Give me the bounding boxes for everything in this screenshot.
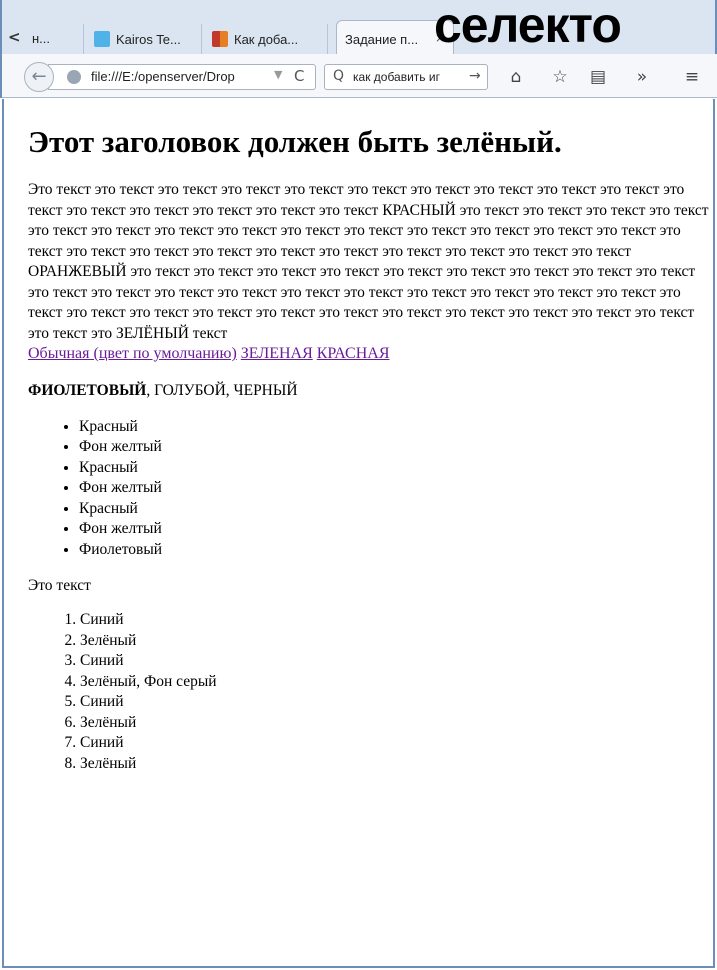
bookmark-star-icon[interactable]: ☆	[548, 66, 572, 90]
search-value: как добавить иг	[353, 70, 440, 84]
numbered-list: Синий Зелёный Синий Зелёный, Фон серый С…	[28, 610, 713, 774]
list-item: Фон желтый	[79, 519, 713, 540]
reading-list-icon[interactable]: ▤	[586, 66, 610, 90]
list-item: Фон желтый	[79, 437, 713, 458]
bullet-list: Красный Фон желтый Красный Фон желтый Кр…	[28, 417, 713, 561]
list-item: Зелёный	[80, 754, 713, 775]
url-bar[interactable]: file:///E:/openserver/Drop ▼ C	[48, 64, 316, 90]
history-dropdown-icon[interactable]: ▼	[274, 68, 282, 81]
menu-icon[interactable]: ≡	[680, 66, 704, 90]
tab-kairos-label: Kairos Te...	[116, 32, 181, 47]
kairos-icon	[94, 31, 110, 47]
tab-1-label: н...	[32, 31, 51, 46]
page-content: Этот заголовок должен быть зелёный. Это …	[2, 99, 715, 968]
page-heading: Этот заголовок должен быть зелёный.	[28, 124, 562, 159]
overlay-caption: селекто	[434, 0, 622, 53]
link-default[interactable]: Обычная (цвет по умолчанию)	[28, 345, 237, 362]
reload-icon[interactable]: C	[294, 67, 304, 85]
blocks-icon	[212, 31, 228, 47]
colors-line: ФИОЛЕТОВЫЙ, ГОЛУБОЙ, ЧЕРНЫЙ	[28, 381, 713, 401]
link-green[interactable]: ЗЕЛЕНАЯ	[241, 345, 313, 362]
overflow-icon[interactable]: »	[630, 66, 654, 90]
list-item: Фон желтый	[79, 478, 713, 499]
search-go-icon[interactable]: →	[469, 68, 481, 84]
links-row: Обычная (цвет по умолчанию) ЗЕЛЕНАЯ КРАС…	[28, 345, 389, 362]
tab-kak-dobavit-label: Как доба...	[234, 32, 299, 47]
url-text: file:///E:/openserver/Drop	[91, 69, 235, 84]
search-input[interactable]: Q как добавить иг →	[324, 64, 488, 90]
back-button[interactable]: ←	[24, 62, 54, 92]
purple-bold: ФИОЛЕТОВЫЙ	[28, 381, 147, 399]
list-item: Зелёный	[80, 713, 713, 734]
back-arrow-icon: ←	[31, 66, 47, 87]
search-icon: Q	[333, 68, 345, 84]
text-paragraph: Это текст это текст это текст это текст …	[28, 180, 712, 365]
list-item: Фиолетовый	[79, 540, 713, 561]
link-red[interactable]: КРАСНАЯ	[317, 345, 390, 362]
nav-bar: file:///E:/openserver/Drop ▼ C ← Q как д…	[2, 54, 717, 98]
tab-1[interactable]: н...	[24, 24, 84, 54]
tab-kak-dobavit[interactable]: Как доба...	[204, 24, 328, 54]
list-item: Синий	[80, 692, 713, 713]
tab-zadanie-label: Задание п...	[345, 32, 419, 47]
list-item: Синий	[80, 651, 713, 672]
list-item: Зелёный, Фон серый	[80, 672, 713, 693]
colors-rest: , ГОЛУБОЙ, ЧЕРНЫЙ	[146, 381, 298, 399]
list-item: Синий	[80, 610, 713, 631]
tab-kairos[interactable]: Kairos Te...	[86, 24, 202, 54]
browser-chrome: < н... Kairos Te... Как доба... Задание …	[0, 0, 717, 98]
paragraph-text: Это текст это текст это текст это текст …	[28, 181, 709, 342]
list-item: Красный	[79, 458, 713, 479]
list-item: Синий	[80, 733, 713, 754]
list-item: Красный	[79, 499, 713, 520]
plain-text: Это текст	[28, 577, 91, 594]
home-icon[interactable]: ⌂	[504, 66, 528, 90]
globe-icon	[67, 70, 81, 84]
list-item: Красный	[79, 417, 713, 438]
list-item: Зелёный	[80, 631, 713, 652]
